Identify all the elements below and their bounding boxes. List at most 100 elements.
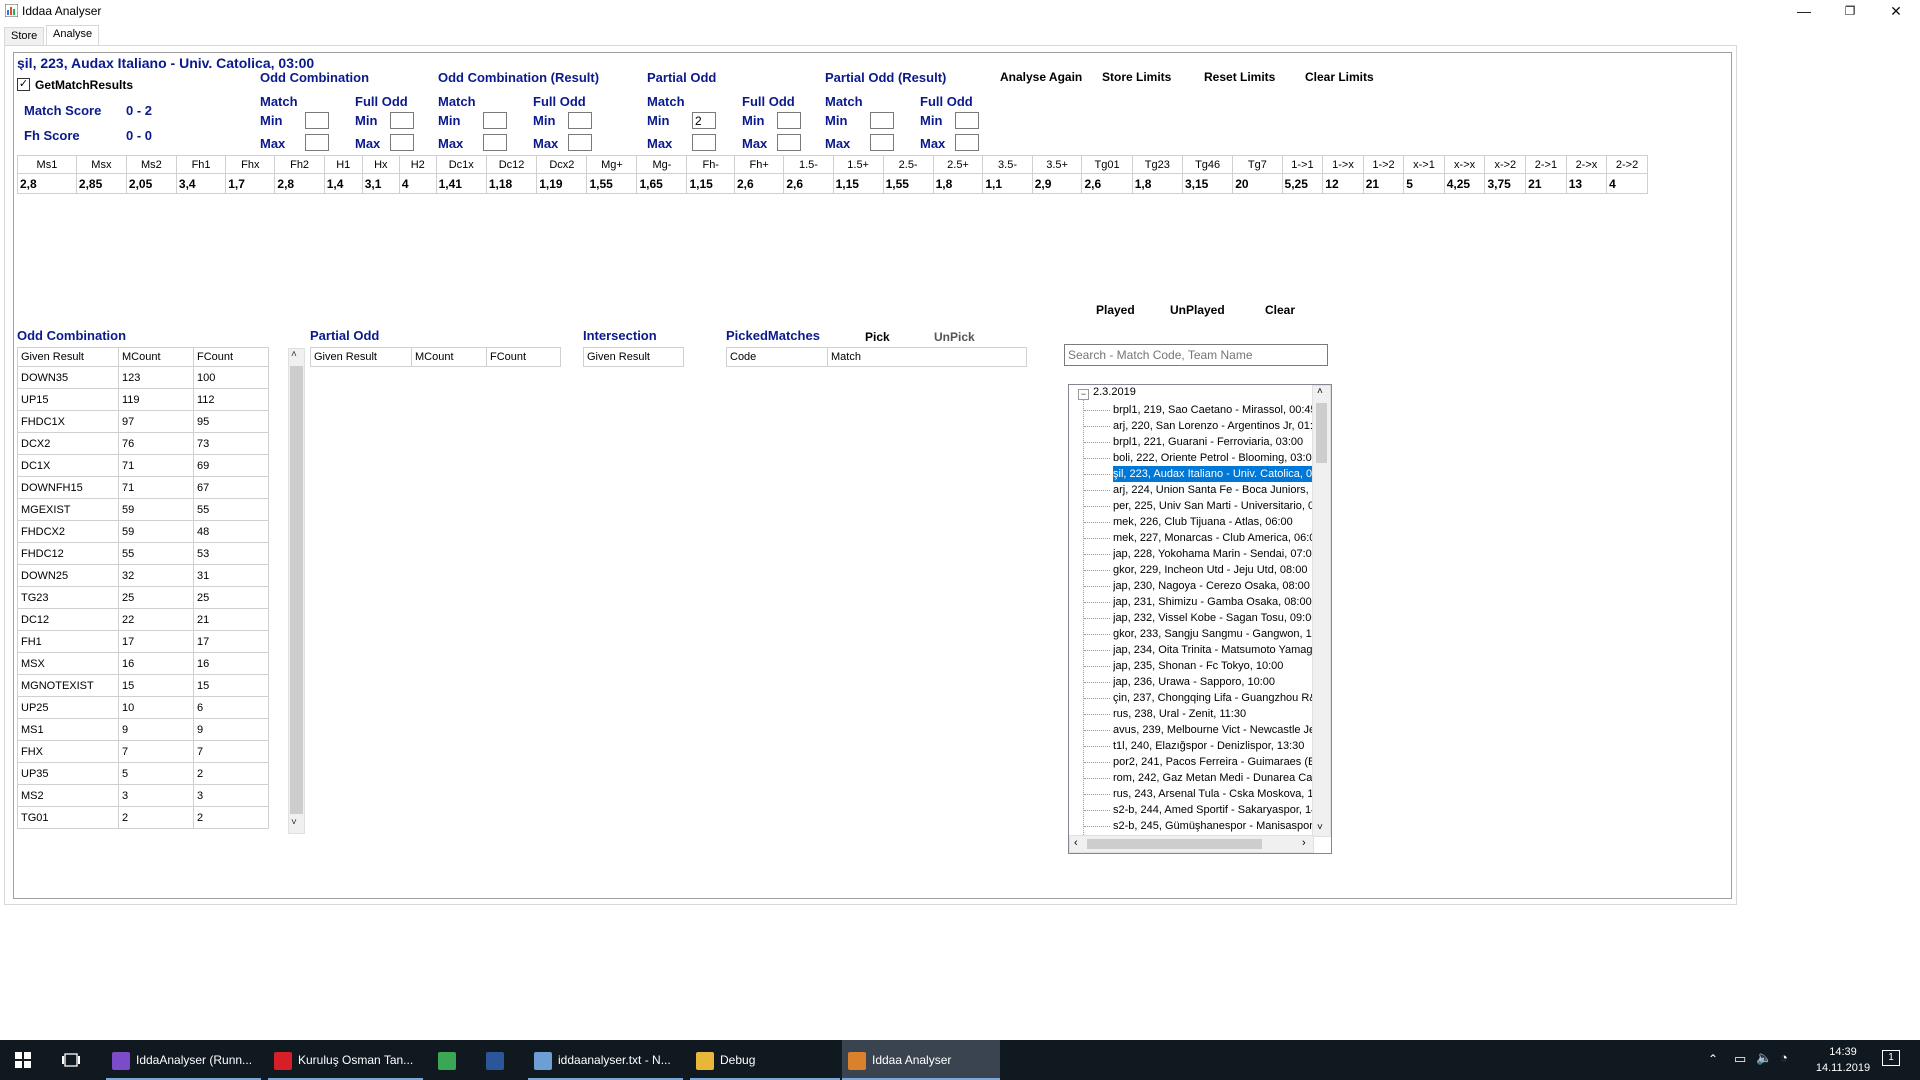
scroll-thumb[interactable] xyxy=(290,366,303,814)
partial-odd-result-match-min-input[interactable] xyxy=(870,112,894,129)
analyse-again-button[interactable]: Analyse Again xyxy=(1000,70,1082,84)
tree-match-item[interactable]: t1l, 240, Elazığspor - Denizlispor, 13:3… xyxy=(1113,738,1313,754)
table-row[interactable]: FHDC1X 97 95 xyxy=(17,410,269,433)
table-row[interactable]: DCX2 76 73 xyxy=(17,432,269,455)
tree-match-item[interactable]: gkor, 233, Sangju Sangmu - Gangwon, 10:0… xyxy=(1113,626,1313,642)
taskbar-app[interactable]: Debug xyxy=(690,1040,840,1080)
odds-header-1__x[interactable]: 1->x xyxy=(1322,155,1364,174)
table-cell[interactable]: 100 xyxy=(193,366,269,389)
unpick-button[interactable]: UnPick xyxy=(934,330,975,344)
table-cell[interactable]: 9 xyxy=(193,718,269,741)
table-cell[interactable]: 48 xyxy=(193,520,269,543)
table-cell[interactable]: 32 xyxy=(118,564,194,587)
odds-header-3_5_[interactable]: 3.5+ xyxy=(1031,155,1083,174)
tree-match-item[interactable]: jap, 234, Oita Trinita - Matsumoto Yamag… xyxy=(1113,642,1313,658)
table-cell[interactable]: 16 xyxy=(193,652,269,675)
odd-combination-result-fullodd-max-input[interactable] xyxy=(568,134,592,151)
odd-combination-grid[interactable]: Given Result MCount FCount DOWN35 123 100 U… xyxy=(17,347,269,832)
table-row[interactable]: TG23 25 25 xyxy=(17,586,269,609)
odds-value[interactable]: 3,4 xyxy=(175,173,227,194)
table-cell[interactable]: 9 xyxy=(118,718,194,741)
tree-match-item[interactable]: por2, 241, Pacos Ferreira - Guimaraes (B… xyxy=(1113,754,1313,770)
odds-value[interactable]: 2,05 xyxy=(125,173,177,194)
odds-value[interactable]: 12 xyxy=(1322,173,1364,194)
table-cell[interactable]: FHDC12 xyxy=(17,542,119,565)
partial-odd-fullodd-max-input[interactable] xyxy=(777,134,801,151)
table-row[interactable]: MGNOTEXIST 15 15 xyxy=(17,674,269,697)
table-cell[interactable]: 69 xyxy=(193,454,269,477)
odds-value[interactable]: 20 xyxy=(1232,173,1283,194)
column-header[interactable]: FCount xyxy=(486,347,561,367)
table-cell[interactable]: FHDC1X xyxy=(17,410,119,433)
table-cell[interactable]: FH1 xyxy=(17,630,119,653)
odds-header-Dc12[interactable]: Dc12 xyxy=(485,155,538,174)
table-cell[interactable]: 10 xyxy=(118,696,194,719)
odds-value[interactable]: 1,18 xyxy=(485,173,538,194)
scroll-right-icon[interactable]: › xyxy=(1302,837,1306,849)
odds-header-1__1[interactable]: 1->1 xyxy=(1281,155,1324,174)
tree-match-item[interactable]: rus, 243, Arsenal Tula - Cska Moskova, 1… xyxy=(1113,786,1313,802)
column-header[interactable]: Code xyxy=(726,347,828,367)
tree-match-item[interactable]: s2-b, 244, Amed Sportif - Sakaryaspor, 1… xyxy=(1113,802,1313,818)
table-cell[interactable]: 55 xyxy=(118,542,194,565)
close-button[interactable]: ✕ xyxy=(1873,0,1919,22)
odds-header-x__2[interactable]: x->2 xyxy=(1484,155,1527,174)
table-row[interactable]: MS2 3 3 xyxy=(17,784,269,807)
odds-header-Fh_[interactable]: Fh- xyxy=(686,155,735,174)
tree-match-item[interactable]: mek, 227, Monarcas - Club America, 06:00 xyxy=(1113,530,1313,546)
tree-match-item[interactable]: rus, 238, Ural - Zenit, 11:30 xyxy=(1113,706,1313,722)
odd-combination-result-fullodd-min-input[interactable] xyxy=(568,112,592,129)
odds-value[interactable]: 4 xyxy=(1606,173,1648,194)
table-row[interactable]: DOWN35 123 100 xyxy=(17,366,269,389)
table-cell[interactable]: 3 xyxy=(118,784,194,807)
scroll-down-icon[interactable]: ˅ xyxy=(291,817,297,828)
odds-value[interactable]: 1,7 xyxy=(225,173,276,194)
table-cell[interactable]: MS1 xyxy=(17,718,119,741)
odds-value[interactable]: 2,85 xyxy=(75,173,127,194)
tree-match-item[interactable]: avus, 239, Melbourne Vict - Newcastle Je… xyxy=(1113,722,1313,738)
table-row[interactable]: MGEXIST 59 55 xyxy=(17,498,269,521)
odds-header-Tg46[interactable]: Tg46 xyxy=(1181,155,1234,174)
partial-odd-grid[interactable]: Given Result MCount FCount xyxy=(310,347,561,367)
table-row[interactable]: UP25 10 6 xyxy=(17,696,269,719)
played-button[interactable]: Played xyxy=(1096,303,1135,317)
taskbar-app[interactable] xyxy=(432,1040,472,1080)
get-results-checkbox[interactable]: ✓ xyxy=(17,78,30,91)
table-cell[interactable]: 25 xyxy=(193,586,269,609)
restore-button[interactable]: ❐ xyxy=(1827,0,1873,22)
odds-header-Ms2[interactable]: Ms2 xyxy=(125,155,177,174)
odds-header-2__2[interactable]: 2->2 xyxy=(1606,155,1648,174)
table-cell[interactable]: 53 xyxy=(193,542,269,565)
odds-header-Mg_[interactable]: Mg- xyxy=(636,155,688,174)
volume-icon[interactable]: 🔈 xyxy=(1756,1050,1772,1066)
clear-limits-button[interactable]: Clear Limits xyxy=(1305,70,1374,84)
table-row[interactable]: FHX 7 7 xyxy=(17,740,269,763)
partial-odd-fullodd-min-input[interactable] xyxy=(777,112,801,129)
table-cell[interactable]: DOWN35 xyxy=(17,366,119,389)
partial-odd-result-match-max-input[interactable] xyxy=(870,134,894,151)
odds-header-2_5_[interactable]: 2.5+ xyxy=(932,155,984,174)
table-cell[interactable]: 31 xyxy=(193,564,269,587)
odds-header-Msx[interactable]: Msx xyxy=(75,155,127,174)
table-cell[interactable]: 67 xyxy=(193,476,269,499)
table-cell[interactable]: 59 xyxy=(118,520,194,543)
tree-match-item[interactable]: s2-b, 245, Gümüşhanespor - Manisaspor, 1… xyxy=(1113,818,1313,834)
tree-match-item[interactable]: jap, 235, Shonan - Fc Tokyo, 10:00 xyxy=(1113,658,1313,674)
tree-horizontal-scrollbar[interactable]: ‹ › xyxy=(1069,835,1314,853)
odds-header-2__1[interactable]: 2->1 xyxy=(1525,155,1567,174)
table-cell[interactable]: TG01 xyxy=(17,806,119,829)
unplayed-button[interactable]: UnPlayed xyxy=(1170,303,1225,317)
table-cell[interactable]: UP25 xyxy=(17,696,119,719)
odds-value[interactable]: 3,1 xyxy=(361,173,400,194)
table-cell[interactable]: DC1X xyxy=(17,454,119,477)
odds-value[interactable]: 21 xyxy=(1362,173,1405,194)
table-cell[interactable]: MGEXIST xyxy=(17,498,119,521)
odds-header-Tg23[interactable]: Tg23 xyxy=(1131,155,1183,174)
table-row[interactable]: FH1 17 17 xyxy=(17,630,269,653)
table-cell[interactable]: 17 xyxy=(193,630,269,653)
tab-analyse[interactable]: Analyse xyxy=(46,25,100,46)
battery-icon[interactable]: ▭ xyxy=(1734,1051,1746,1067)
odd-combination-result-match-min-input[interactable] xyxy=(483,112,507,129)
odds-header-H2[interactable]: H2 xyxy=(398,155,437,174)
table-cell[interactable]: 2 xyxy=(193,806,269,829)
